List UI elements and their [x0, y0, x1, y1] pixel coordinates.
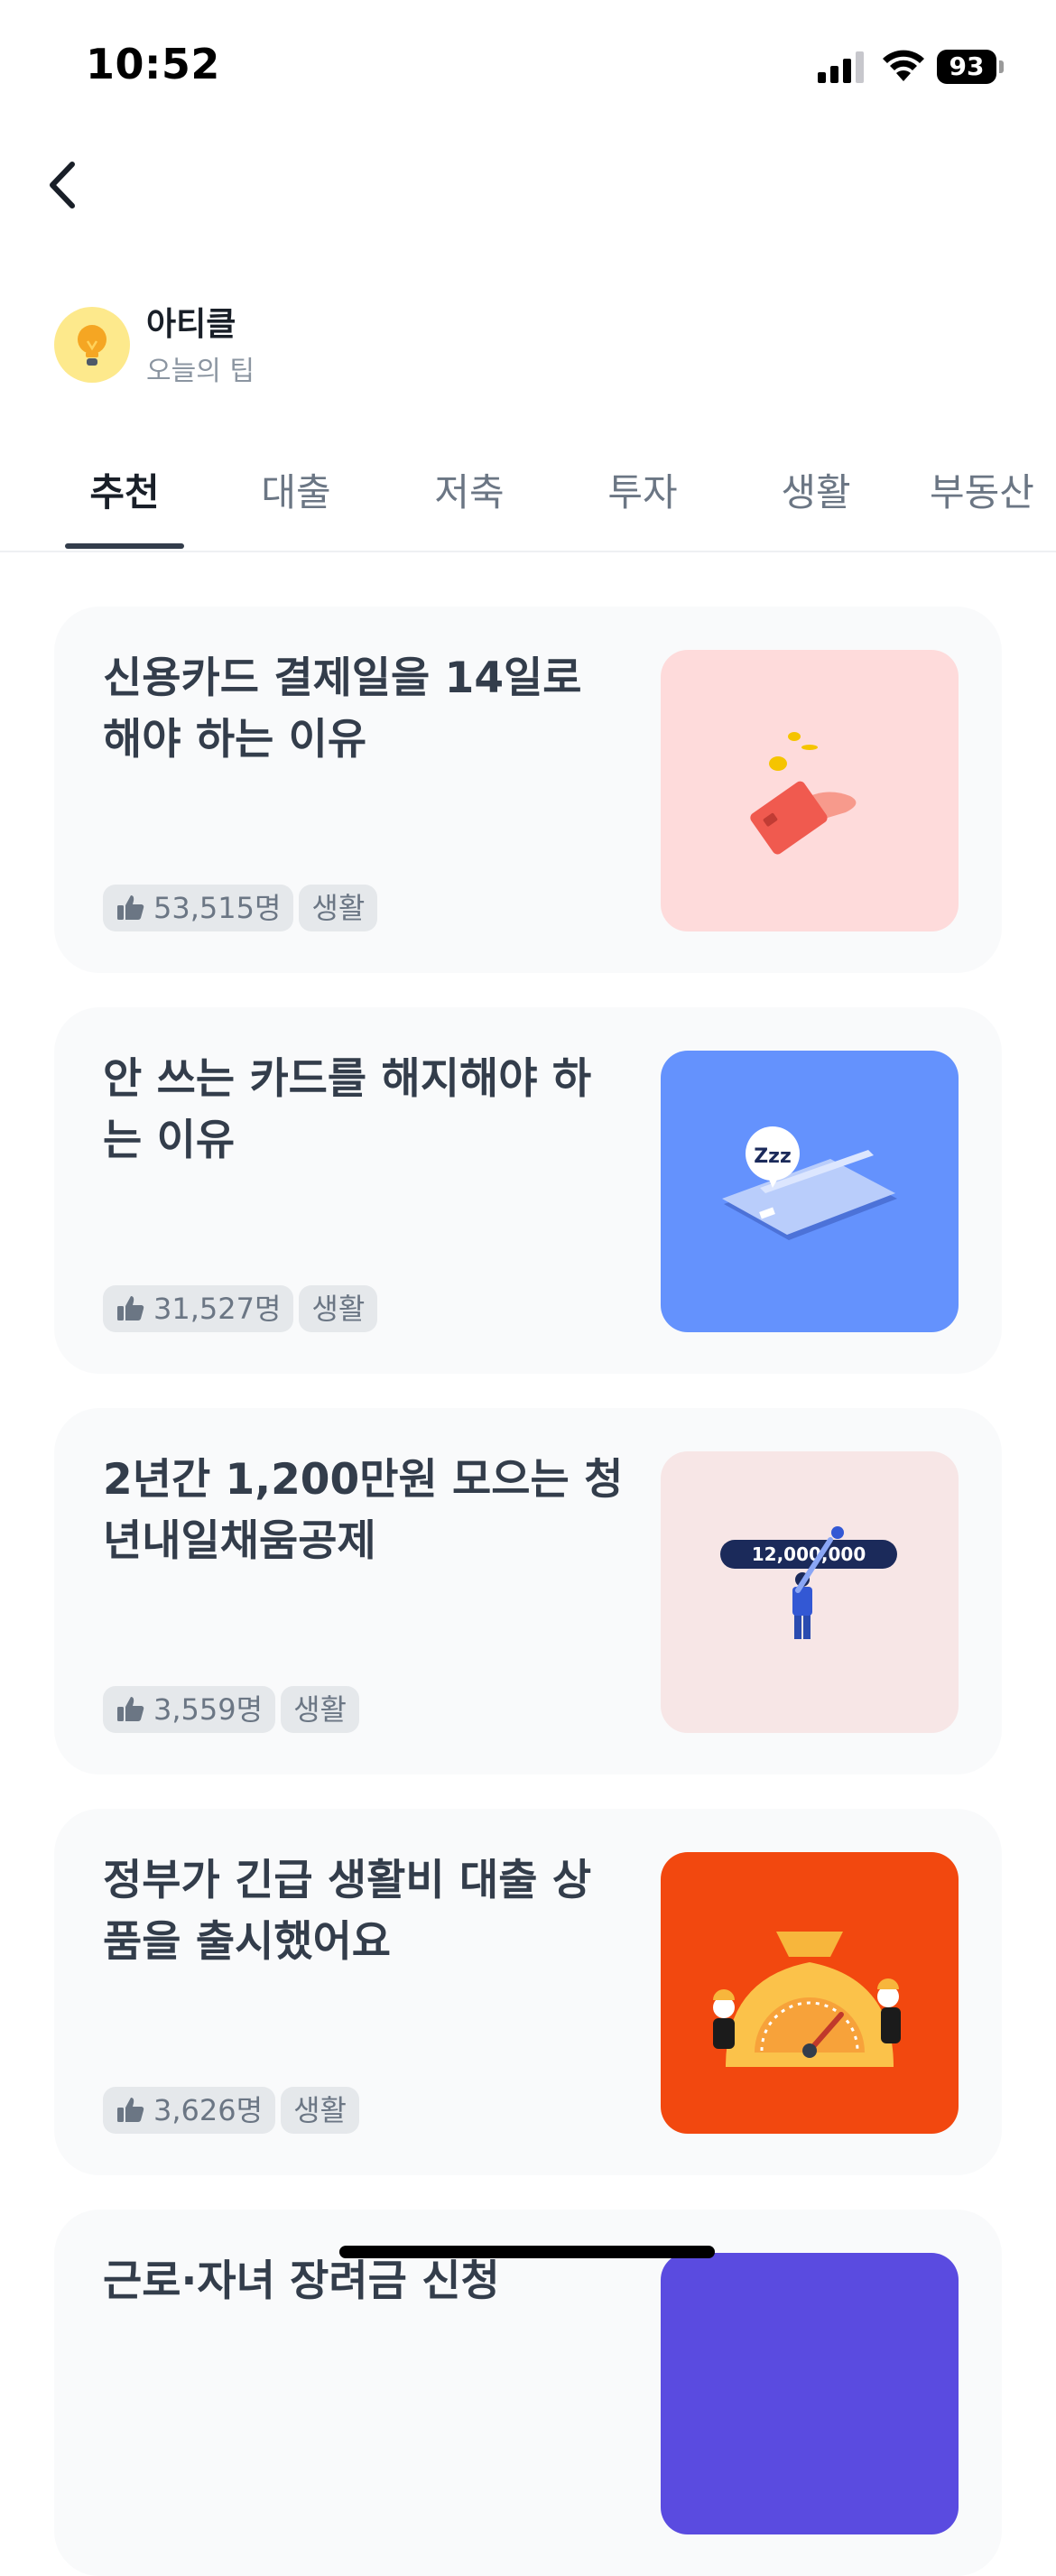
article-meta: 31,527명 생활: [103, 1285, 378, 1332]
tab-savings[interactable]: 저축: [410, 466, 529, 538]
like-count-badge: 53,515명: [103, 885, 294, 931]
category-tabs: 추천 대출 저축 투자 생활 부동산: [0, 451, 1056, 552]
signal-icon: [818, 51, 864, 83]
category-title: 아티클: [146, 306, 236, 343]
tab-recommended[interactable]: 추천: [65, 466, 184, 538]
article-card[interactable]: 정부가 긴급 생활비 대출 상품을 출시했어요 3,626명 생활: [54, 1809, 1002, 2175]
article-thumbnail: [661, 2253, 959, 2534]
article-card[interactable]: 안 쓰는 카드를 해지해야 하는 이유 31,527명 생활 Zzz: [54, 1007, 1002, 1374]
battery-icon: 93: [937, 50, 1004, 84]
tab-real-estate[interactable]: 부동산: [930, 466, 1056, 538]
sleeping-card-illustration: Zzz: [661, 1051, 959, 1332]
thumbs-up-icon: [117, 895, 144, 920]
credit-card-hand-illustration: [661, 650, 959, 931]
like-count: 53,515명: [153, 891, 282, 925]
article-title: 2년간 1,200만원 모으는 청년내일채움공제: [103, 1455, 624, 1566]
category-tag: 생활: [299, 885, 378, 931]
status-time: 10:52: [86, 40, 220, 88]
article-thumbnail: [661, 650, 959, 931]
article-meta: 3,559명 생활: [103, 1686, 359, 1733]
lightbulb-icon: [78, 325, 107, 366]
article-card[interactable]: 근로·자녀 장려금 신청: [54, 2210, 1002, 2576]
article-card[interactable]: 2년간 1,200만원 모으는 청년내일채움공제 3,559명 생활 12,00…: [54, 1408, 1002, 1774]
article-title: 정부가 긴급 생활비 대출 상품을 출시했어요: [103, 1856, 592, 1967]
like-count: 3,559명: [153, 1692, 264, 1727]
tab-life[interactable]: 생활: [756, 466, 875, 538]
article-title: 신용카드 결제일을 14일로 해야 하는 이유: [103, 653, 582, 764]
zzz-text: Zzz: [754, 1145, 792, 1168]
back-button[interactable]: [36, 152, 94, 218]
chevron-left-icon: [50, 162, 75, 208]
category-avatar: [54, 307, 130, 383]
thumbs-up-icon: [117, 1296, 144, 1320]
wifi-icon: [883, 50, 924, 81]
article-thumbnail: 12,000,000: [661, 1451, 959, 1733]
tab-investment[interactable]: 투자: [583, 466, 702, 538]
home-indicator: [339, 2246, 715, 2258]
savings-bar-illustration: 12,000,000: [661, 1451, 959, 1733]
active-tab-indicator: [65, 543, 184, 549]
like-count-badge: 3,626명: [103, 2087, 276, 2134]
article-thumbnail: Zzz: [661, 1051, 959, 1332]
article-card[interactable]: 신용카드 결제일을 14일로 해야 하는 이유 53,515명 생활: [54, 607, 1002, 973]
thumbs-up-icon: [117, 1697, 144, 1721]
tab-loan[interactable]: 대출: [236, 466, 356, 538]
article-meta: 3,626명 생활: [103, 2087, 359, 2134]
like-count: 31,527명: [153, 1292, 282, 1326]
category-subtitle: 오늘의 팁: [146, 356, 255, 387]
battery-level: 93: [937, 50, 996, 84]
like-count-badge: 31,527명: [103, 1285, 294, 1332]
category-tag: 생활: [281, 2087, 359, 2134]
category-tag: 생활: [281, 1686, 359, 1733]
thumbs-up-icon: [117, 2098, 144, 2122]
like-count: 3,626명: [153, 2093, 264, 2127]
article-meta: 53,515명 생활: [103, 885, 378, 931]
category-tag: 생활: [299, 1285, 378, 1332]
article-title: 근로·자녀 장려금 신청: [103, 2256, 500, 2306]
article-thumbnail: [661, 1852, 959, 2134]
article-title: 안 쓰는 카드를 해지해야 하는 이유: [103, 1054, 592, 1165]
savings-amount-text: 12,000,000: [752, 1543, 866, 1565]
status-bar: 10:52 93: [0, 0, 1056, 135]
money-bag-gauge-illustration: [661, 1852, 959, 2134]
like-count-badge: 3,559명: [103, 1686, 276, 1733]
